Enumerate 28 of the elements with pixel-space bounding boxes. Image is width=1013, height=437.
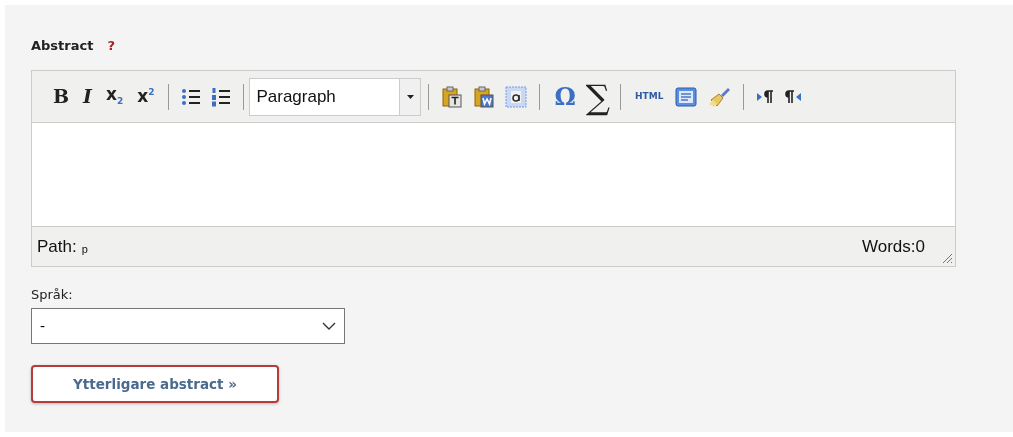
sum-button[interactable]: ∑ bbox=[585, 79, 611, 114]
clipboard-text-icon[interactable] bbox=[441, 85, 464, 108]
italic-button[interactable]: I bbox=[83, 87, 92, 106]
word-count: Words:0 bbox=[862, 236, 925, 257]
ltr-pilcrow-icon[interactable] bbox=[756, 89, 775, 104]
format-dropdown[interactable]: Paragraph bbox=[249, 77, 422, 116]
language-label: Språk: bbox=[31, 287, 74, 302]
rtl-pilcrow-icon[interactable] bbox=[784, 89, 803, 104]
path-element[interactable]: p bbox=[81, 242, 88, 255]
script-button[interactable]: x$^{2}$ bbox=[137, 88, 155, 105]
dropdown-arrow-icon bbox=[406, 94, 414, 99]
special-character-button[interactable]: Ω bbox=[554, 84, 576, 109]
resize-handle-icon[interactable] bbox=[941, 252, 953, 264]
help-link[interactable]: ? bbox=[107, 38, 115, 53]
field-label: Abstract bbox=[31, 38, 94, 53]
chevron-down-icon bbox=[322, 322, 336, 330]
more-abstract-button[interactable]: Ytterligare abstract » bbox=[31, 365, 279, 403]
bold-button[interactable]: B bbox=[53, 87, 70, 106]
language-select[interactable]: - bbox=[31, 308, 345, 344]
html-button[interactable]: HTML bbox=[635, 92, 664, 101]
path-text: Path: bbox=[37, 236, 77, 257]
select-all-icon[interactable] bbox=[505, 85, 528, 108]
brush-icon[interactable] bbox=[707, 85, 732, 108]
template-icon[interactable] bbox=[675, 86, 698, 107]
numbered-list-icon[interactable] bbox=[211, 86, 232, 107]
clipboard-word-icon[interactable] bbox=[473, 85, 496, 108]
bullet-list-icon[interactable] bbox=[181, 86, 202, 107]
script-button[interactable]: x$_{2}$ bbox=[105, 86, 124, 107]
